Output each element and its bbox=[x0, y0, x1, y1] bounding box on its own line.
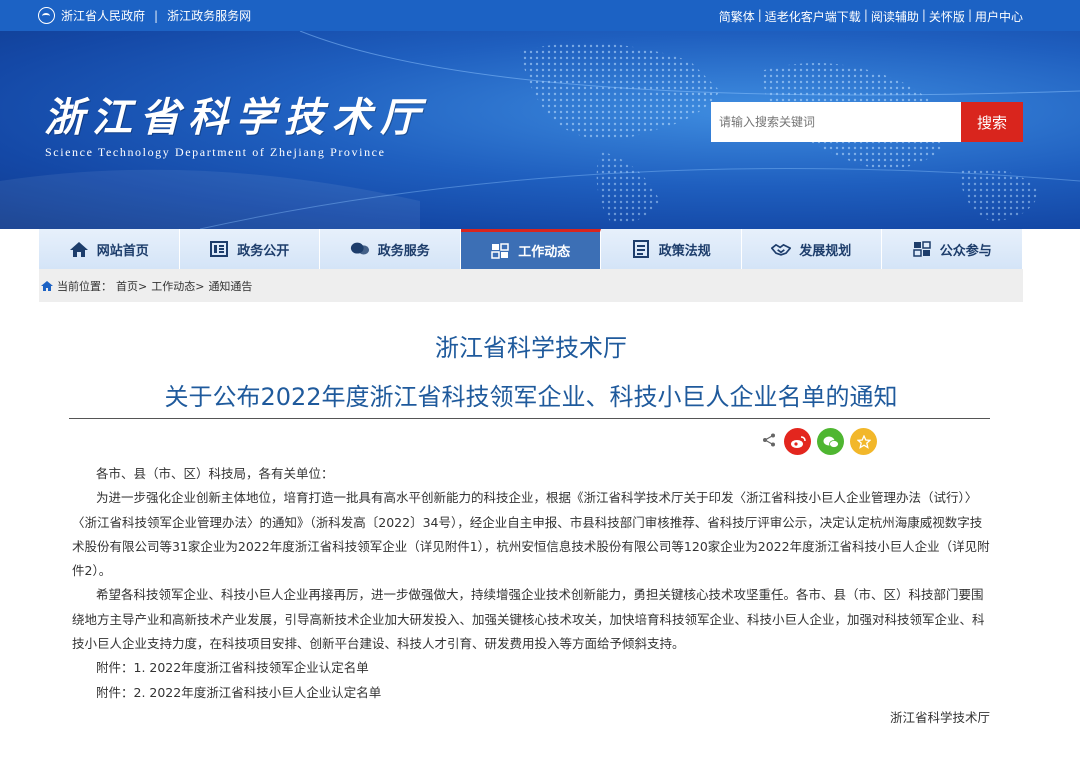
tasks-icon bbox=[491, 242, 509, 259]
weibo-icon bbox=[790, 435, 806, 448]
nav-item-gov-info[interactable]: 政务公开 bbox=[179, 229, 320, 269]
article-body: 各市、县（市、区）科技局，各有关单位： 为进一步强化企业创新主体地位，培育打造一… bbox=[72, 462, 990, 705]
breadcrumb-prefix: 当前位置： bbox=[57, 279, 112, 293]
nav-item-work-news[interactable]: 工作动态 bbox=[460, 229, 601, 269]
nav-item-label: 工作动态 bbox=[518, 245, 571, 260]
main-nav: 网站首页 政务公开 政务服务 工作动态 政策法规 发展规划 公众参与 bbox=[39, 229, 1023, 269]
separator: | bbox=[863, 8, 868, 22]
chat-icon bbox=[350, 242, 369, 255]
article-salutation: 各市、县（市、区）科技局，各有关单位： bbox=[96, 466, 334, 481]
nav-item-policy[interactable]: 政策法规 bbox=[601, 229, 742, 269]
nav-item-label: 政策法规 bbox=[658, 243, 711, 259]
top-utility-bar: 浙江省人民政府 | 浙江政务服务网 简繁体 | 适老化客户端下载 | 阅读辅助 … bbox=[0, 0, 1080, 31]
link-care-version[interactable]: 关怀版 bbox=[929, 8, 965, 25]
separator: | bbox=[757, 8, 762, 22]
link-simplified-traditional[interactable]: 简繁体 bbox=[719, 8, 755, 25]
title-divider bbox=[69, 418, 990, 419]
link-elderly-app-download[interactable]: 适老化客户端下载 bbox=[765, 8, 861, 25]
search-input[interactable] bbox=[711, 102, 961, 142]
link-reading-assist[interactable]: 阅读辅助 bbox=[871, 8, 919, 25]
site-logo-subtitle: Science Technology Department of Zhejian… bbox=[45, 145, 386, 159]
document-icon bbox=[210, 241, 229, 257]
separator: | bbox=[154, 8, 159, 23]
star-icon bbox=[856, 434, 871, 449]
search-button[interactable]: 搜索 bbox=[961, 102, 1023, 142]
people-icon bbox=[912, 241, 931, 257]
gov-emblem-icon bbox=[38, 7, 55, 24]
weibo-share-button[interactable] bbox=[784, 428, 811, 455]
share-icon[interactable] bbox=[762, 433, 776, 447]
article-paragraph-1: 为进一步强化企业创新主体地位，培育打造一批具有高水平创新能力的科技企业，根据《浙… bbox=[72, 490, 990, 579]
breadcrumb-work-news[interactable]: 工作动态> bbox=[151, 278, 204, 294]
handshake-icon bbox=[771, 243, 792, 256]
link-zhejiang-gov[interactable]: 浙江省人民政府 bbox=[61, 7, 145, 24]
nav-item-label: 政务公开 bbox=[237, 243, 290, 259]
breadcrumb-notices[interactable]: 通知通告 bbox=[208, 278, 252, 294]
list-icon bbox=[632, 240, 649, 258]
site-logo-title[interactable]: 浙江省科学技术厅 bbox=[44, 85, 428, 143]
wechat-icon bbox=[823, 436, 839, 448]
link-zhejiang-service[interactable]: 浙江政务服务网 bbox=[167, 7, 251, 24]
article-signature: 浙江省科学技术厅 bbox=[889, 710, 990, 725]
utility-links: 简繁体 | 适老化客户端下载 | 阅读辅助 | 关怀版 | 用户中心 bbox=[719, 8, 1023, 25]
link-user-center[interactable]: 用户中心 bbox=[975, 8, 1023, 25]
favorite-button[interactable] bbox=[850, 428, 877, 455]
home-icon bbox=[41, 280, 53, 291]
breadcrumb: 当前位置： 首页> 工作动态> 通知通告 bbox=[39, 269, 1023, 302]
nav-item-gov-service[interactable]: 政务服务 bbox=[320, 229, 461, 269]
wechat-share-button[interactable] bbox=[817, 428, 844, 455]
separator: | bbox=[967, 8, 972, 22]
article-paragraph-2: 希望各科技领军企业、科技小巨人企业再接再厉，进一步做强做大，持续增强企业技术创新… bbox=[72, 587, 985, 652]
nav-item-public[interactable]: 公众参与 bbox=[882, 229, 1023, 269]
article-title-org: 浙江省科学技术厅 bbox=[435, 334, 627, 362]
attachment-link-1[interactable]: 附件：1. 2022年度浙江省科技领军企业认定名单 bbox=[72, 656, 990, 680]
nav-item-label: 政务服务 bbox=[377, 243, 430, 259]
breadcrumb-home[interactable]: 首页> bbox=[116, 278, 147, 294]
home-icon bbox=[69, 242, 88, 257]
attachment-link-2[interactable]: 附件：2. 2022年度浙江省科技小巨人企业认定名单 bbox=[72, 681, 990, 705]
header-banner: 浙江省科学技术厅 Science Technology Department o… bbox=[0, 31, 1080, 229]
separator: | bbox=[921, 8, 926, 22]
nav-item-home[interactable]: 网站首页 bbox=[39, 229, 180, 269]
article-title: 关于公布2022年度浙江省科技领军企业、科技小巨人企业名单的通知 bbox=[164, 383, 898, 411]
nav-item-planning[interactable]: 发展规划 bbox=[741, 229, 882, 269]
gov-links: 浙江省人民政府 | 浙江政务服务网 bbox=[38, 7, 251, 24]
nav-item-label: 发展规划 bbox=[799, 243, 852, 259]
nav-item-label: 网站首页 bbox=[96, 243, 149, 259]
nav-item-label: 公众参与 bbox=[939, 243, 992, 259]
